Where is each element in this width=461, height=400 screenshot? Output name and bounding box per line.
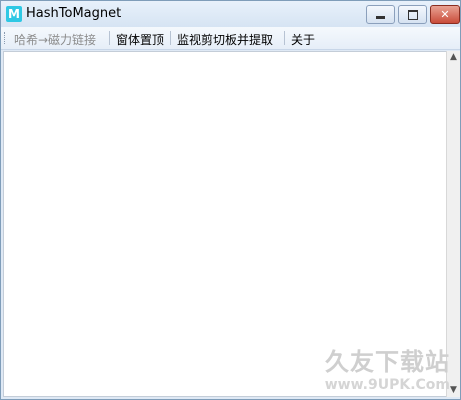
close-button[interactable]: ✕ xyxy=(430,5,460,24)
menu-about[interactable]: 关于 xyxy=(291,31,315,48)
menu-bar: 哈希→磁力链接 窗体置顶 监视剪切板并提取 关于 xyxy=(1,27,460,50)
menu-window-on-top[interactable]: 窗体置顶 xyxy=(116,31,164,48)
watermark-title: 久友下载站 xyxy=(325,347,450,376)
toolbar-grip-icon[interactable] xyxy=(4,32,7,44)
minimize-icon xyxy=(376,16,385,19)
menu-monitor-clipboard[interactable]: 监视剪切板并提取 xyxy=(177,31,273,48)
menu-separator xyxy=(284,31,285,45)
window-title: HashToMagnet xyxy=(26,6,122,21)
watermark: 久友下载站 www.9UPK.Com xyxy=(325,342,450,393)
scroll-up-icon[interactable]: ▲ xyxy=(447,51,460,64)
watermark-url: www.9UPK.Com xyxy=(324,377,450,393)
app-logo-icon: M xyxy=(6,6,22,22)
app-window: M HashToMagnet ✕ 哈希→磁力链接 窗体置顶 监视剪切板并提取 关… xyxy=(0,0,461,400)
close-icon: ✕ xyxy=(440,8,450,21)
menu-separator xyxy=(109,31,110,45)
title-bar[interactable]: M HashToMagnet ✕ xyxy=(1,1,460,27)
maximize-icon xyxy=(408,10,418,20)
menu-hash-to-magnet[interactable]: 哈希→磁力链接 xyxy=(14,31,96,48)
menu-separator xyxy=(170,31,171,45)
minimize-button[interactable] xyxy=(366,5,395,24)
maximize-button[interactable] xyxy=(398,5,427,24)
